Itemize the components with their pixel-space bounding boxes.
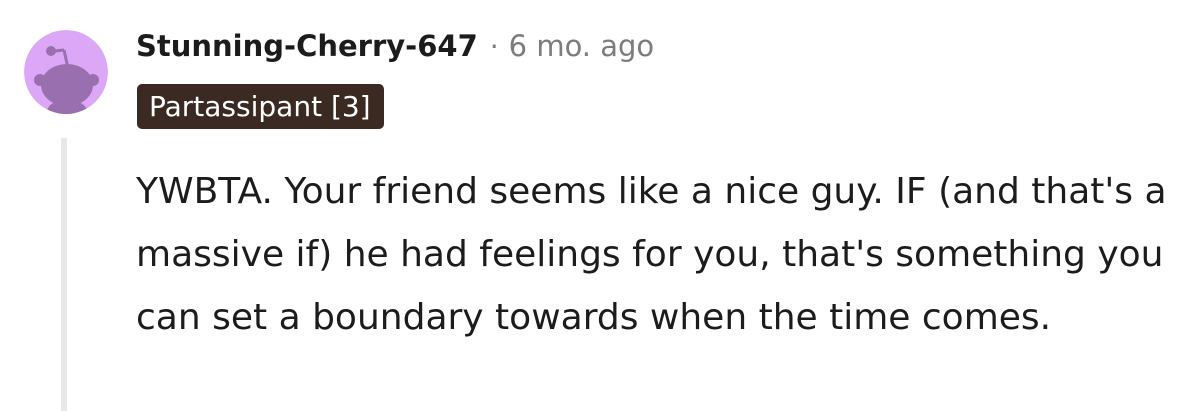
comment-timestamp[interactable]: 6 mo. ago	[509, 29, 655, 63]
user-flair-badge: Partassipant [3]	[137, 84, 384, 129]
comment-header: Stunning-Cherry-647 · 6 mo. ago	[136, 24, 654, 68]
thread-line[interactable]	[61, 138, 67, 411]
meta-separator: ·	[489, 29, 499, 63]
avatar[interactable]	[24, 30, 108, 114]
author-username[interactable]: Stunning-Cherry-647	[136, 29, 478, 63]
snoo-avatar-icon	[24, 30, 108, 114]
comment: Stunning-Cherry-647 · 6 mo. ago Partassi…	[0, 0, 1195, 411]
comment-body: YWBTA. Your friend seems like a nice guy…	[136, 171, 1167, 338]
